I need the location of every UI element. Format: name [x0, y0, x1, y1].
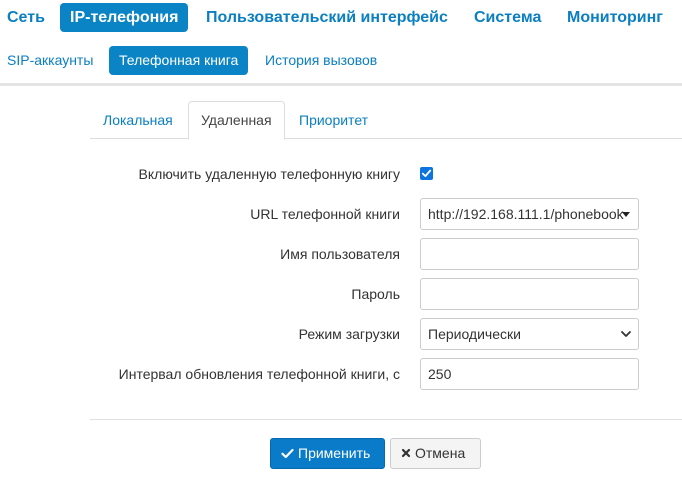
form-row-password: Пароль [0, 278, 682, 310]
update-interval-input[interactable]: 250 [420, 358, 639, 390]
sub-nav-item-sip-accounts[interactable]: SIP-аккаунты [0, 46, 103, 75]
load-mode-value: Периодически [428, 326, 521, 342]
top-navigation: Сеть IP-телефония Пользовательский интер… [0, 0, 682, 34]
url-combobox[interactable]: http://192.168.111.1/phonebook [420, 198, 639, 230]
enable-remote-checkbox[interactable] [420, 167, 433, 180]
cancel-button[interactable]: Отмена [390, 438, 481, 469]
chevron-down-icon [621, 331, 631, 337]
update-interval-label: Интервал обновления телефонной книги, с [118, 366, 400, 382]
password-input[interactable] [420, 278, 639, 310]
url-label: URL телефонной книги [250, 206, 400, 222]
form-row-username: Имя пользователя [0, 238, 682, 270]
sub-navigation: SIP-аккаунты Телефонная книга История вы… [0, 44, 682, 78]
top-nav-item-system[interactable]: Система [464, 3, 551, 32]
apply-button-label: Применить [298, 445, 371, 461]
enable-remote-label: Включить удаленную телефонную книгу [138, 166, 400, 182]
tab-priority[interactable]: Приоритет [287, 101, 380, 139]
username-label: Имя пользователя [280, 246, 400, 262]
checkmark-icon [421, 169, 432, 177]
cancel-button-label: Отмена [415, 445, 466, 461]
form-row-url: URL телефонной книги http://192.168.111.… [0, 198, 682, 230]
top-nav-item-monitoring[interactable]: Мониторинг [557, 3, 673, 32]
load-mode-select[interactable]: Периодически [420, 318, 639, 350]
caret-down-icon[interactable] [622, 212, 630, 217]
check-icon [281, 448, 294, 458]
form-row-enable-remote: Включить удаленную телефонную книгу [0, 158, 682, 190]
sub-nav-item-phonebook[interactable]: Телефонная книга [109, 46, 249, 75]
form-divider [90, 419, 682, 420]
header-divider [0, 83, 682, 86]
form-row-update-interval: Интервал обновления телефонной книги, с … [0, 358, 682, 390]
top-nav-item-ip-telephony[interactable]: IP-телефония [60, 3, 189, 32]
password-label: Пароль [351, 286, 400, 302]
top-nav-item-user-interface[interactable]: Пользовательский интерфейс [196, 3, 458, 32]
tab-remote[interactable]: Удаленная [188, 101, 285, 140]
apply-button[interactable]: Применить [270, 438, 385, 469]
close-icon [401, 449, 411, 458]
phonebook-tabs: Локальная Удаленная Приоритет [90, 101, 682, 140]
username-input[interactable] [420, 238, 639, 270]
tab-local[interactable]: Локальная [91, 101, 185, 139]
top-nav-item-network[interactable]: Сеть [0, 3, 55, 32]
url-value: http://192.168.111.1/phonebook [428, 206, 624, 222]
load-mode-label: Режим загрузки [298, 326, 400, 342]
form-row-load-mode: Режим загрузки Периодически [0, 318, 682, 350]
sub-nav-item-call-history[interactable]: История вызовов [255, 46, 387, 75]
